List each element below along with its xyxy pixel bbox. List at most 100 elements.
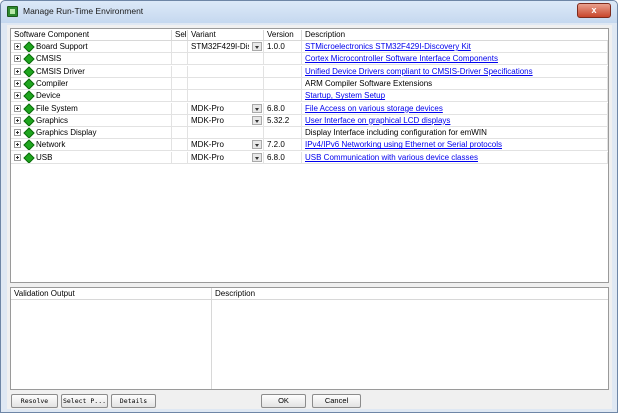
component-cell[interactable]: Board Support <box>11 41 172 53</box>
description-link[interactable]: Unified Device Drivers compliant to CMSI… <box>302 65 608 78</box>
description-link[interactable]: User Interface on graphical LCD displays <box>302 114 608 127</box>
variant-cell[interactable]: STM32F429I-Disco <box>188 41 264 53</box>
component-name: CMSIS Driver <box>36 66 85 76</box>
component-cell[interactable]: Network <box>11 139 172 152</box>
details-button[interactable]: Details <box>111 394 156 408</box>
component-name: Board Support <box>36 42 88 51</box>
description-link[interactable]: File Access on various storage devices <box>302 102 608 115</box>
variant-dropdown-icon[interactable] <box>252 42 262 51</box>
select-cell[interactable] <box>172 90 188 103</box>
select-cell[interactable] <box>172 65 188 78</box>
variant-value: MDK-Pro <box>191 115 224 125</box>
header-version[interactable]: Version <box>264 30 302 41</box>
version-cell: 6.8.0 <box>264 102 302 115</box>
expand-icon[interactable] <box>14 141 21 149</box>
component-diamond-icon <box>24 128 33 137</box>
select-cell[interactable] <box>172 139 188 152</box>
component-cell[interactable]: Compiler <box>11 77 172 90</box>
table-row[interactable]: Graphics MDK-Pro 5.32.2 User Interface on g… <box>11 114 608 127</box>
table-row[interactable]: Compiler ARM Compiler Software Extensions <box>11 77 608 90</box>
expand-icon[interactable] <box>14 116 21 124</box>
version-cell <box>264 90 302 103</box>
select-cell[interactable] <box>172 114 188 127</box>
table-row[interactable]: CMSIS Driver Unified Device Drivers compl… <box>11 65 608 78</box>
version-cell <box>264 77 302 90</box>
validation-output-label: Validation Output <box>14 289 75 298</box>
expand-icon[interactable] <box>14 43 21 50</box>
component-name: File System <box>36 103 78 113</box>
select-packs-button[interactable]: Select P... <box>61 394 108 408</box>
table-row[interactable]: Network MDK-Pro 7.2.0 IPv4/IPv6 Networking … <box>11 139 608 152</box>
variant-cell[interactable]: MDK-Pro <box>188 139 264 152</box>
component-cell[interactable]: Graphics Display <box>11 127 172 140</box>
description-link[interactable]: Startup, System Setup <box>302 90 608 103</box>
component-diamond-icon <box>24 54 33 63</box>
component-diamond-icon <box>24 116 33 125</box>
description-link[interactable]: STMicroelectronics STM32F429I-Discovery … <box>302 41 608 53</box>
title-bar[interactable]: Manage Run-Time Environment x <box>1 1 617 23</box>
component-cell[interactable]: USB <box>11 151 172 164</box>
ok-button[interactable]: OK <box>261 394 306 408</box>
expand-icon[interactable] <box>14 79 21 87</box>
expand-icon[interactable] <box>14 153 21 161</box>
variant-dropdown-icon[interactable] <box>252 115 262 125</box>
table-row[interactable]: USB MDK-Pro 6.8.0 USB Communication with va… <box>11 151 608 164</box>
version-cell: 7.2.0 <box>264 139 302 152</box>
cancel-button[interactable]: Cancel <box>312 394 361 408</box>
variant-cell <box>188 53 264 66</box>
expand-icon[interactable] <box>14 55 21 63</box>
expand-icon[interactable] <box>14 104 21 112</box>
variant-value: MDK-Pro <box>191 103 224 113</box>
validation-header: Validation Output Description <box>11 288 608 300</box>
component-name: Graphics <box>36 115 69 125</box>
component-cell[interactable]: CMSIS Driver <box>11 65 172 78</box>
header-description[interactable]: Description <box>302 30 608 41</box>
table-row[interactable]: Device Startup, System Setup <box>11 90 608 103</box>
select-cell[interactable] <box>172 102 188 115</box>
validation-pane: Validation Output Description <box>10 287 609 390</box>
select-cell[interactable] <box>172 127 188 140</box>
component-cell[interactable]: File System <box>11 102 172 115</box>
table-row[interactable]: Graphics Display Display Interface includ… <box>11 127 608 140</box>
component-name: Network <box>36 140 66 150</box>
header-variant[interactable]: Variant <box>188 30 264 41</box>
table-row[interactable]: File System MDK-Pro 6.8.0 File Access on va… <box>11 102 608 115</box>
component-name: USB <box>36 152 53 162</box>
version-cell <box>264 53 302 66</box>
variant-cell <box>188 90 264 103</box>
header-component[interactable]: Software Component <box>11 30 172 41</box>
window: Manage Run-Time Environment x Software C… <box>0 0 618 413</box>
variant-dropdown-icon[interactable] <box>252 152 262 162</box>
expand-icon[interactable] <box>14 92 21 100</box>
table-row[interactable]: CMSIS Cortex Microcontroller Software Int… <box>11 53 608 66</box>
validation-description-label: Description <box>215 289 256 298</box>
description-link[interactable]: IPv4/IPv6 Networking using Ethernet or S… <box>302 139 608 152</box>
resolve-button[interactable]: Resolve <box>11 394 58 408</box>
header-sel[interactable]: Sel. <box>172 30 188 41</box>
description-link[interactable]: USB Communication with various device cl… <box>302 151 608 164</box>
description-link[interactable]: Cortex Microcontroller Software Interfac… <box>302 53 608 66</box>
select-cell[interactable] <box>172 151 188 164</box>
variant-value: STM32F429I-Disco <box>191 42 249 51</box>
component-cell[interactable]: CMSIS <box>11 53 172 66</box>
variant-cell[interactable]: MDK-Pro <box>188 151 264 164</box>
variant-cell[interactable]: MDK-Pro <box>188 102 264 115</box>
select-cell[interactable] <box>172 53 188 66</box>
close-button[interactable]: x <box>577 3 611 18</box>
component-diamond-icon <box>24 104 33 113</box>
variant-cell[interactable]: MDK-Pro <box>188 114 264 127</box>
select-cell[interactable] <box>172 77 188 90</box>
version-cell <box>264 127 302 140</box>
select-cell[interactable] <box>172 41 188 53</box>
window-title: Manage Run-Time Environment <box>23 6 144 16</box>
component-cell[interactable]: Graphics <box>11 114 172 127</box>
variant-dropdown-icon[interactable] <box>252 140 262 150</box>
component-name: Device <box>36 91 61 101</box>
expand-icon[interactable] <box>14 67 21 75</box>
variant-dropdown-icon[interactable] <box>252 103 262 113</box>
table-row[interactable]: Board Support STM32F429I-Disco 1.0.0STMicr… <box>11 41 608 53</box>
component-cell[interactable]: Device <box>11 90 172 103</box>
variant-cell <box>188 77 264 90</box>
component-diamond-icon <box>24 79 33 88</box>
expand-icon[interactable] <box>14 129 21 137</box>
